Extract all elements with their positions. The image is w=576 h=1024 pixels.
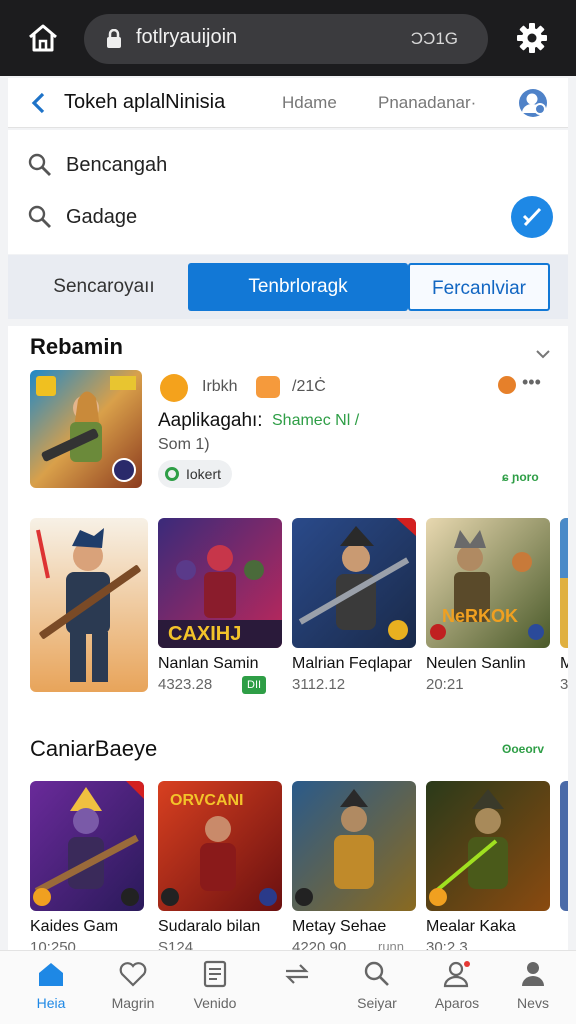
edit-icon[interactable] [511, 196, 553, 238]
url-text: fotlryauijoin [136, 26, 238, 48]
nav-link-settings[interactable]: Pnanadanar· [378, 93, 476, 113]
nav-link-home[interactable]: Hdame [282, 93, 337, 113]
tab-recent[interactable]: Fercanlviar [408, 263, 550, 311]
featured-app-sub: Som 1) [158, 436, 210, 453]
app-card-image [30, 518, 148, 692]
search-panel: Bencangah Gadage [8, 130, 568, 254]
nav-news[interactable]: Nevs [498, 959, 568, 1021]
page-title: Tokeh aplalNinisia [64, 91, 226, 113]
check-circle-icon [165, 467, 179, 481]
flame-icon [498, 376, 516, 394]
app-card-meta: 20:21 [426, 676, 464, 693]
gear-icon[interactable] [516, 22, 548, 54]
app-card-meta: 4220.90 [292, 939, 347, 950]
app-card-meta: 3ɛ [560, 676, 568, 693]
tab-popular[interactable]: Tenbrloragk [188, 263, 408, 311]
person-icon [518, 959, 548, 989]
app-card-title: Malrian Feqlapar [292, 655, 413, 672]
search-icon [28, 153, 52, 177]
app-card-image [292, 518, 416, 648]
featured-app-image[interactable] [30, 370, 142, 488]
app-card-image: ORVCANI [158, 781, 282, 911]
app-card-image [426, 781, 550, 911]
app-card-meta: 3112.12 [292, 676, 346, 693]
app-card-title: Sudaralo bilan [158, 918, 261, 935]
user-icon [442, 959, 472, 989]
search-row[interactable]: Gadage [28, 199, 548, 235]
back-arrow-icon[interactable] [28, 91, 48, 115]
status-badge: Iokert [158, 460, 232, 488]
nav-apps[interactable]: Aparos [422, 959, 492, 1021]
section-title: Rebamin [30, 334, 123, 359]
app-card-meta: 30:2.3 [426, 939, 468, 950]
app-card-image [560, 781, 568, 911]
search-icon [362, 959, 392, 989]
browser-bar: fotlryauijoin ƆƆ1G [0, 0, 576, 76]
svg-text:ORVCANI: ORVCANI [170, 792, 244, 809]
search-suggestion: Gadage [66, 206, 138, 228]
profile-icon[interactable] [518, 88, 548, 118]
tab-count: ƆƆ1G [410, 29, 458, 48]
sun-icon [160, 374, 188, 402]
app-card-image [292, 781, 416, 911]
section-title: CaniarBaeye [30, 736, 158, 761]
nav-swap[interactable] [262, 959, 332, 1021]
app-card-title: Metay Sehae [292, 918, 387, 935]
svg-text:NeRKOK: NeRKOK [442, 606, 518, 626]
app-card-meta: 10;250 [30, 939, 76, 950]
content-area: Rebamin Irbkh /21Ċ ••• Aaplikagahı: Sham… [8, 326, 568, 950]
featured-app-tag: Shamec Nl / [272, 412, 360, 429]
app-card-meta: S124 [158, 939, 194, 950]
app-card-title: Kaides Gam [30, 918, 119, 935]
svg-text:CAXIHJ: CAXIHJ [168, 623, 241, 645]
home-icon[interactable] [26, 22, 60, 54]
app-card-image [30, 781, 144, 911]
nav-home[interactable]: Heia [16, 959, 86, 1021]
heart-icon [118, 959, 148, 989]
status-badge: DII [242, 676, 267, 694]
featured-info: /21Ċ [292, 378, 326, 395]
app-card-image: NeRKOK [426, 518, 550, 648]
address-bar[interactable]: fotlryauijoin ƆƆ1G [84, 14, 488, 64]
search-row[interactable]: Bencangah [28, 147, 548, 183]
swap-icon [282, 959, 312, 989]
nav-video[interactable]: Venido [180, 959, 250, 1021]
app-card-title: Nanlan Samin [158, 655, 259, 672]
home-icon [36, 959, 66, 989]
chevron-down-icon[interactable] [536, 346, 550, 359]
featured-app-name: Aaplikagahı: [158, 410, 263, 431]
tab-bar: Sencaroyaıı Tenbrloragk Fercanlviar [8, 255, 568, 319]
breadcrumb-bar: Tokeh aplalNinisia Hdame Pnanadanar· [8, 78, 568, 128]
featured-info: Irbkh [202, 378, 238, 395]
lock-icon [104, 28, 124, 49]
bottom-nav: Heia Magrin Venido Seiyar Aparos Nevs [0, 950, 576, 1024]
search-suggestion: Bencangah [66, 154, 168, 176]
document-icon [200, 959, 230, 989]
app-card-meta: 4323.28 [158, 676, 213, 693]
search-icon [28, 205, 52, 229]
tab-search[interactable]: Sencaroyaıı [24, 263, 184, 311]
more-link[interactable]: ɕ ɲoro [502, 470, 539, 484]
fire-icon [256, 376, 280, 398]
nav-search[interactable]: Seiyar [342, 959, 412, 1021]
app-card-extra: runn [378, 939, 405, 950]
app-card-image: CAXIHJ [158, 518, 282, 648]
app-card-title: Neulen Sanlin [426, 655, 526, 672]
app-card-title: Mealar Kaka [426, 918, 516, 935]
more-link[interactable]: ʘoeorv [502, 742, 544, 756]
nav-favorites[interactable]: Magrin [98, 959, 168, 1021]
app-card-title: Mı [560, 655, 568, 672]
app-card-image [560, 518, 568, 648]
more-icon[interactable]: ••• [522, 372, 541, 393]
